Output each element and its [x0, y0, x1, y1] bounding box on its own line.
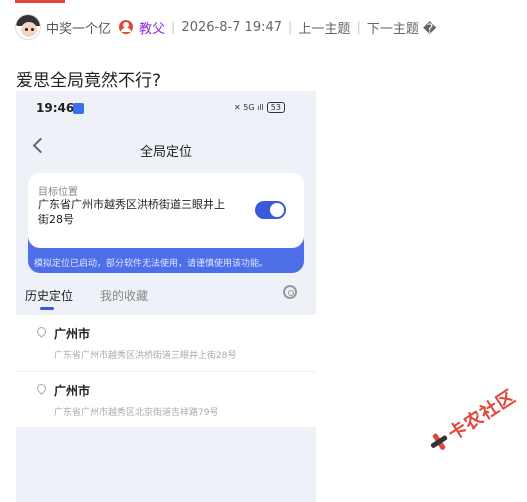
- next-topic-link[interactable]: 下一主题 �: [367, 18, 436, 37]
- app-badge-icon: [73, 103, 84, 114]
- signal-icons: ✕ 5G ıll: [234, 103, 264, 112]
- list-item[interactable]: 广州市 广东省广州市越秀区洪桥街道三眼井上街28号: [16, 315, 316, 371]
- author-role[interactable]: 教父: [139, 18, 165, 37]
- top-accent-bar: [15, 0, 65, 3]
- item-address: 广东省广州市越秀区北京街道吉祥路79号: [54, 408, 219, 418]
- post-datetime: 2026-8-7 19:47: [181, 19, 283, 35]
- notice-text: 模拟定位已启动，部分软件无法使用，请谨慎使用该功能。: [34, 259, 269, 269]
- list-item[interactable]: 广州市 广东省广州市越秀区北京街道吉祥路79号: [16, 371, 316, 428]
- watermark-text: 卡农社区: [444, 385, 520, 445]
- avatar[interactable]: [15, 14, 41, 40]
- active-tab-indicator: [40, 307, 54, 310]
- location-pin-icon: [35, 325, 48, 338]
- kanong-logo-icon: [426, 430, 451, 455]
- post-title: 爱思全局竟然不行?: [16, 71, 162, 91]
- location-toggle[interactable]: [255, 201, 286, 219]
- divider: |: [356, 19, 361, 35]
- nav-title: 全局定位: [139, 145, 192, 160]
- settings-icon[interactable]: [283, 285, 297, 299]
- post-header: 中奖一个亿 教父 | 2026-8-7 19:47 | 上一主题 | 下一主题 …: [15, 10, 436, 44]
- toggle-knob: [270, 203, 284, 217]
- divider: |: [288, 19, 293, 35]
- target-address: 广东省广州市越秀区洪桥街道三眼井上街28号: [38, 198, 225, 226]
- phone-screenshot: 19:46 ✕ 5G ıll 53 全局定位 目标位置 广东省广州市越秀区洪桥街…: [16, 91, 316, 502]
- status-time: 19:46: [36, 101, 75, 115]
- status-bar: 19:46 ✕ 5G ıll 53: [16, 91, 316, 127]
- author-name[interactable]: 中奖一个亿: [46, 18, 111, 37]
- status-indicators: ✕ 5G ıll 53: [234, 102, 285, 113]
- user-role-icon: [119, 20, 134, 34]
- item-address: 广东省广州市越秀区洪桥街道三眼井上街28号: [54, 351, 237, 361]
- watermark: 卡农社区: [424, 383, 520, 458]
- location-card: 目标位置 广东省广州市越秀区洪桥街道三眼井上街28号: [28, 173, 304, 248]
- target-label: 目标位置: [38, 187, 78, 198]
- tab-history[interactable]: 历史定位: [25, 287, 73, 304]
- prev-topic-link[interactable]: 上一主题: [298, 18, 350, 37]
- item-city: 广州市: [54, 327, 91, 341]
- item-city: 广州市: [54, 384, 91, 398]
- location-pin-icon: [35, 382, 48, 395]
- battery-icon: 53: [266, 102, 285, 113]
- tab-bar: 历史定位 我的收藏: [16, 285, 316, 313]
- divider: |: [171, 19, 176, 35]
- history-list: 广州市 广东省广州市越秀区洪桥街道三眼井上街28号 广州市 广东省广州市越秀区北…: [16, 315, 316, 427]
- tab-favorites[interactable]: 我的收藏: [100, 287, 148, 304]
